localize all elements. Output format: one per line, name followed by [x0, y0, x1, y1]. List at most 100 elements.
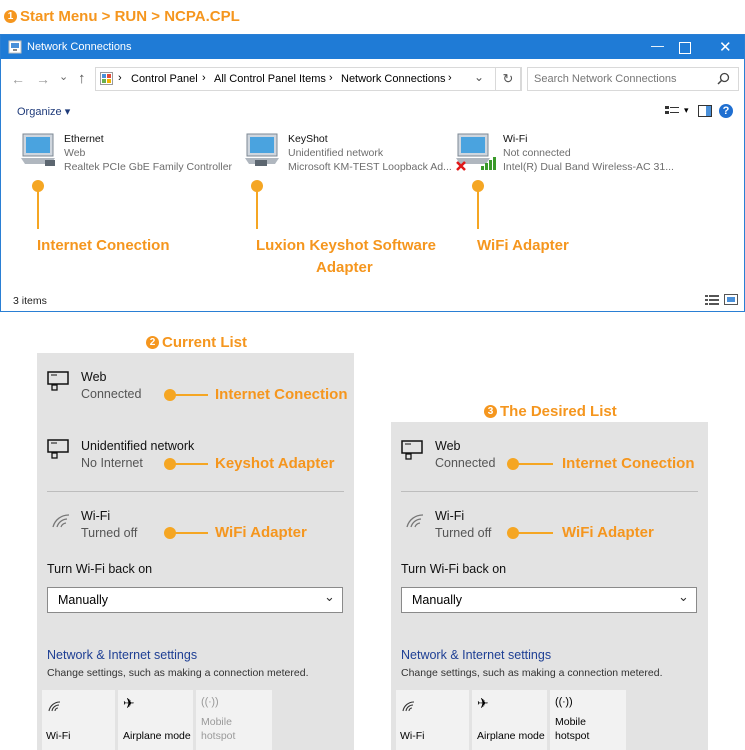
step2-title: 2 Current List: [146, 334, 247, 351]
quick-action-hotspot[interactable]: ((·)) Mobile hotspot: [196, 690, 272, 750]
ethernet-icon: [401, 440, 423, 460]
item-count: 3 items: [13, 295, 47, 307]
step1-text: Start Menu > RUN > NCPA.CPL: [20, 8, 240, 25]
wifi-adapter-icon[interactable]: [455, 132, 499, 172]
tile-label-hotspot-1: Mobile: [201, 716, 232, 728]
breadcrumb-all-items[interactable]: All Control Panel Items: [214, 73, 326, 85]
wifi-icon: [48, 701, 61, 712]
quick-action-wifi[interactable]: Wi-Fi: [396, 690, 469, 750]
close-button[interactable]: ✕: [719, 38, 732, 56]
current-list-panel: Web Connected Internet Conection Unident…: [37, 353, 354, 750]
adapter-keyshot-status: Unidentified network: [288, 147, 384, 159]
adapter-wifi-device: Intel(R) Dual Band Wireless-AC 31...: [503, 161, 674, 173]
desired-wifi-status: Turned off: [435, 526, 492, 540]
step1-number: 1: [4, 10, 17, 23]
change-view-icon[interactable]: [665, 105, 681, 117]
adapter-wifi-name[interactable]: Wi-Fi: [503, 133, 528, 145]
search-box[interactable]: Search Network Connections: [527, 67, 739, 91]
help-icon[interactable]: ?: [719, 104, 733, 118]
divider: [47, 491, 344, 492]
desired-wifi-title[interactable]: Wi-Fi: [435, 509, 464, 523]
current-web-status: Connected: [81, 387, 142, 401]
chevron-down-icon: ⌄: [324, 589, 335, 604]
dropdown-value: Manually: [58, 593, 109, 607]
quick-action-airplane[interactable]: ✈ Airplane mode: [118, 690, 193, 750]
step3-number: 3: [484, 405, 497, 418]
annotation-wifi-adapter: WiFi Adapter: [562, 524, 654, 541]
network-settings-description: Change settings, such as making a connec…: [401, 667, 663, 679]
step3-title: 3 The Desired List: [484, 403, 617, 420]
adapter-keyshot-device: Microsoft KM-TEST Loopback Ad...: [288, 161, 452, 173]
breadcrumb-separator-icon: ›: [202, 72, 206, 84]
ethernet-adapter-icon[interactable]: [17, 132, 59, 168]
annotation-wifi-adapter: WiFi Adapter: [477, 237, 569, 254]
back-arrow-icon[interactable]: ←: [11, 71, 25, 87]
quick-action-airplane[interactable]: ✈ Airplane mode: [472, 690, 547, 750]
airplane-icon: ✈: [477, 695, 489, 711]
step2-text: Current List: [162, 334, 248, 351]
wifi-turn-on-dropdown[interactable]: Manually ⌄: [47, 587, 343, 613]
breadcrumb-network-connections[interactable]: Network Connections: [341, 73, 446, 85]
adapter-ethernet-name[interactable]: Ethernet: [64, 133, 104, 145]
address-dropdown-icon[interactable]: ⌄: [474, 70, 484, 84]
hotspot-icon: ((·)): [201, 696, 219, 708]
forward-arrow-icon[interactable]: →: [36, 71, 50, 87]
chevron-down-icon: ⌄: [678, 589, 689, 604]
annotation-line: [256, 191, 258, 229]
current-unidentified-status: No Internet: [81, 456, 143, 470]
tile-label-airplane: Airplane mode: [477, 730, 545, 742]
network-settings-link[interactable]: Network & Internet settings: [401, 648, 551, 662]
control-panel-icon: [100, 72, 113, 85]
up-arrow-icon[interactable]: ↑: [78, 70, 86, 87]
wifi-off-icon: [52, 514, 70, 528]
keyshot-adapter-icon[interactable]: [241, 132, 283, 168]
tile-label-hotspot-2: hotspot: [555, 730, 590, 742]
wifi-off-icon: [406, 514, 424, 528]
current-wifi-title[interactable]: Wi-Fi: [81, 509, 110, 523]
current-web-title[interactable]: Web: [81, 370, 106, 384]
tile-label-hotspot-2: hotspot: [201, 730, 236, 742]
address-bar[interactable]: › Control Panel › All Control Panel Item…: [95, 67, 522, 91]
window-title: Network Connections: [27, 41, 132, 53]
breadcrumb-separator-icon: ›: [329, 72, 333, 84]
divider: [401, 491, 698, 492]
annotation-line: [37, 191, 39, 229]
desired-web-title[interactable]: Web: [435, 439, 460, 453]
recent-chevron-icon[interactable]: ⌄: [59, 70, 68, 83]
title-bar: Network Connections — ✕: [1, 35, 744, 59]
adapter-ethernet-status: Web: [64, 147, 86, 159]
tile-label-wifi: Wi-Fi: [400, 730, 425, 742]
quick-action-hotspot[interactable]: ((·)) Mobile hotspot: [550, 690, 626, 750]
wifi-turn-on-dropdown[interactable]: Manually ⌄: [401, 587, 697, 613]
large-icons-view-icon[interactable]: [724, 294, 738, 305]
annotation-internet-connection: Internet Conection: [562, 455, 695, 472]
maximize-button[interactable]: [679, 42, 691, 54]
details-view-icon[interactable]: [705, 294, 719, 305]
organize-menu[interactable]: Organize ▾: [17, 105, 70, 118]
network-settings-description: Change settings, such as making a connec…: [47, 667, 309, 679]
airplane-icon: ✈: [123, 695, 135, 711]
preview-pane-icon[interactable]: [698, 105, 712, 117]
desired-list-panel: Web Connected Internet Conection Wi-Fi T…: [391, 422, 708, 750]
breadcrumb-separator-icon: ›: [118, 72, 122, 84]
refresh-button[interactable]: ↻: [495, 67, 521, 91]
tile-label-hotspot-1: Mobile: [555, 716, 586, 728]
annotation-line: [517, 532, 553, 534]
turn-wifi-on-label: Turn Wi-Fi back on: [401, 562, 507, 576]
annotation-internet-connection: Internet Conection: [37, 237, 170, 254]
adapter-keyshot-name[interactable]: KeyShot: [288, 133, 328, 145]
network-settings-link[interactable]: Network & Internet settings: [47, 648, 197, 662]
step1-title: 1 Start Menu > RUN > NCPA.CPL: [4, 8, 240, 25]
search-placeholder: Search Network Connections: [534, 73, 677, 85]
quick-action-wifi[interactable]: Wi-Fi: [42, 690, 115, 750]
tile-label-airplane: Airplane mode: [123, 730, 191, 742]
annotation-line: [174, 394, 208, 396]
current-unidentified-title[interactable]: Unidentified network: [81, 439, 194, 453]
minimize-button[interactable]: —: [651, 38, 664, 53]
dropdown-value: Manually: [412, 593, 463, 607]
step2-number: 2: [146, 336, 159, 349]
view-options-chevron-icon[interactable]: ▾: [684, 105, 689, 116]
annotation-keyshot-line1: Luxion Keyshot Software: [256, 237, 437, 254]
annotation-line: [174, 463, 208, 465]
breadcrumb-control-panel[interactable]: Control Panel: [131, 73, 198, 85]
